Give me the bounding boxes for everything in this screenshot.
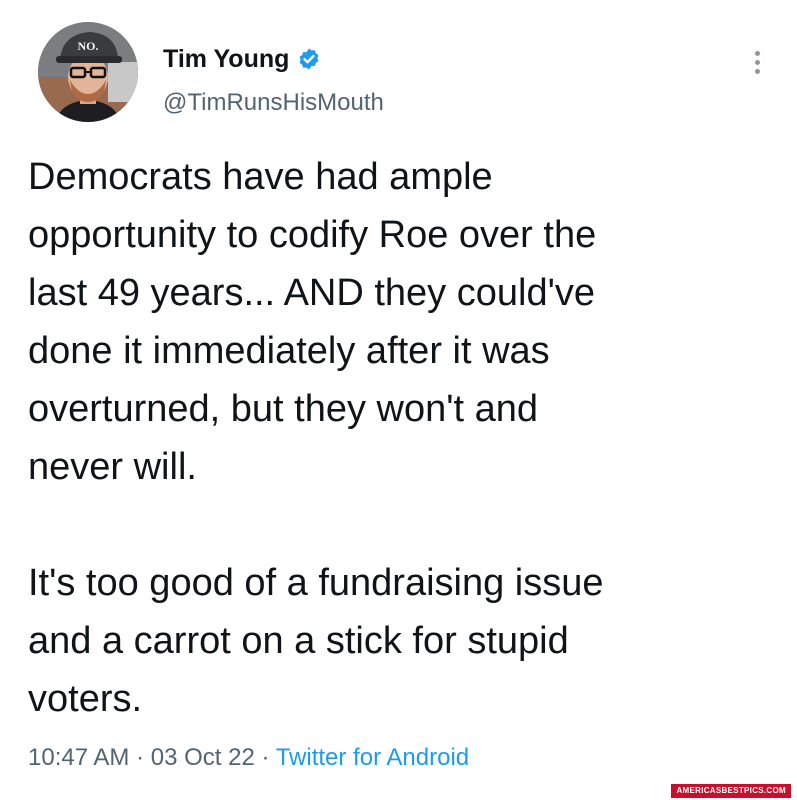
meta-separator: · (254, 744, 276, 771)
meta-separator: · (129, 744, 151, 771)
tweet-meta: 10:47 AM · 03 Oct 22 · Twitter for Andro… (28, 741, 469, 775)
author-handle[interactable]: @TimRunsHisMouth (163, 88, 384, 118)
tweet-source-link[interactable]: Twitter for Android (276, 744, 469, 771)
tweet-line: last 49 years... AND they could've (28, 272, 595, 314)
more-options-button[interactable] (743, 44, 771, 80)
more-vertical-icon-dot (754, 68, 760, 74)
more-vertical-icon (754, 50, 760, 56)
avatar-hat-text: NO. (78, 39, 99, 53)
author-name[interactable]: Tim Young (163, 44, 289, 74)
more-vertical-icon-dot (754, 59, 760, 65)
author-name-row[interactable]: Tim Young (163, 44, 321, 74)
tweet-line: It's too good of a fundraising issue (28, 562, 604, 604)
watermark: AMERICASBESTPICS.COM (671, 784, 791, 798)
tweet-date[interactable]: 03 Oct 22 (151, 744, 255, 771)
tweet-line: and a carrot on a stick for stupid (28, 620, 569, 662)
tweet-line: opportunity to codify Roe over the (28, 214, 597, 256)
tweet-card: NO. Tim Young @TimRunsHisMouth Democrats… (0, 0, 797, 800)
tweet-line: voters. (28, 678, 143, 720)
tweet-text: Democrats have had ample opportunity to … (28, 148, 768, 728)
tweet-line: done it immediately after it was (28, 330, 550, 372)
tweet-time[interactable]: 10:47 AM (28, 744, 129, 771)
tweet-line: Democrats have had ample (28, 156, 493, 198)
avatar[interactable]: NO. (38, 22, 138, 122)
tweet-line: overturned, but they won't and (28, 388, 539, 430)
watermark-bar: AMERICASBESTPICS.COM (0, 782, 797, 800)
tweet-line: never will. (28, 446, 197, 488)
verified-badge-icon (300, 48, 319, 70)
avatar-image: NO. (38, 22, 138, 122)
